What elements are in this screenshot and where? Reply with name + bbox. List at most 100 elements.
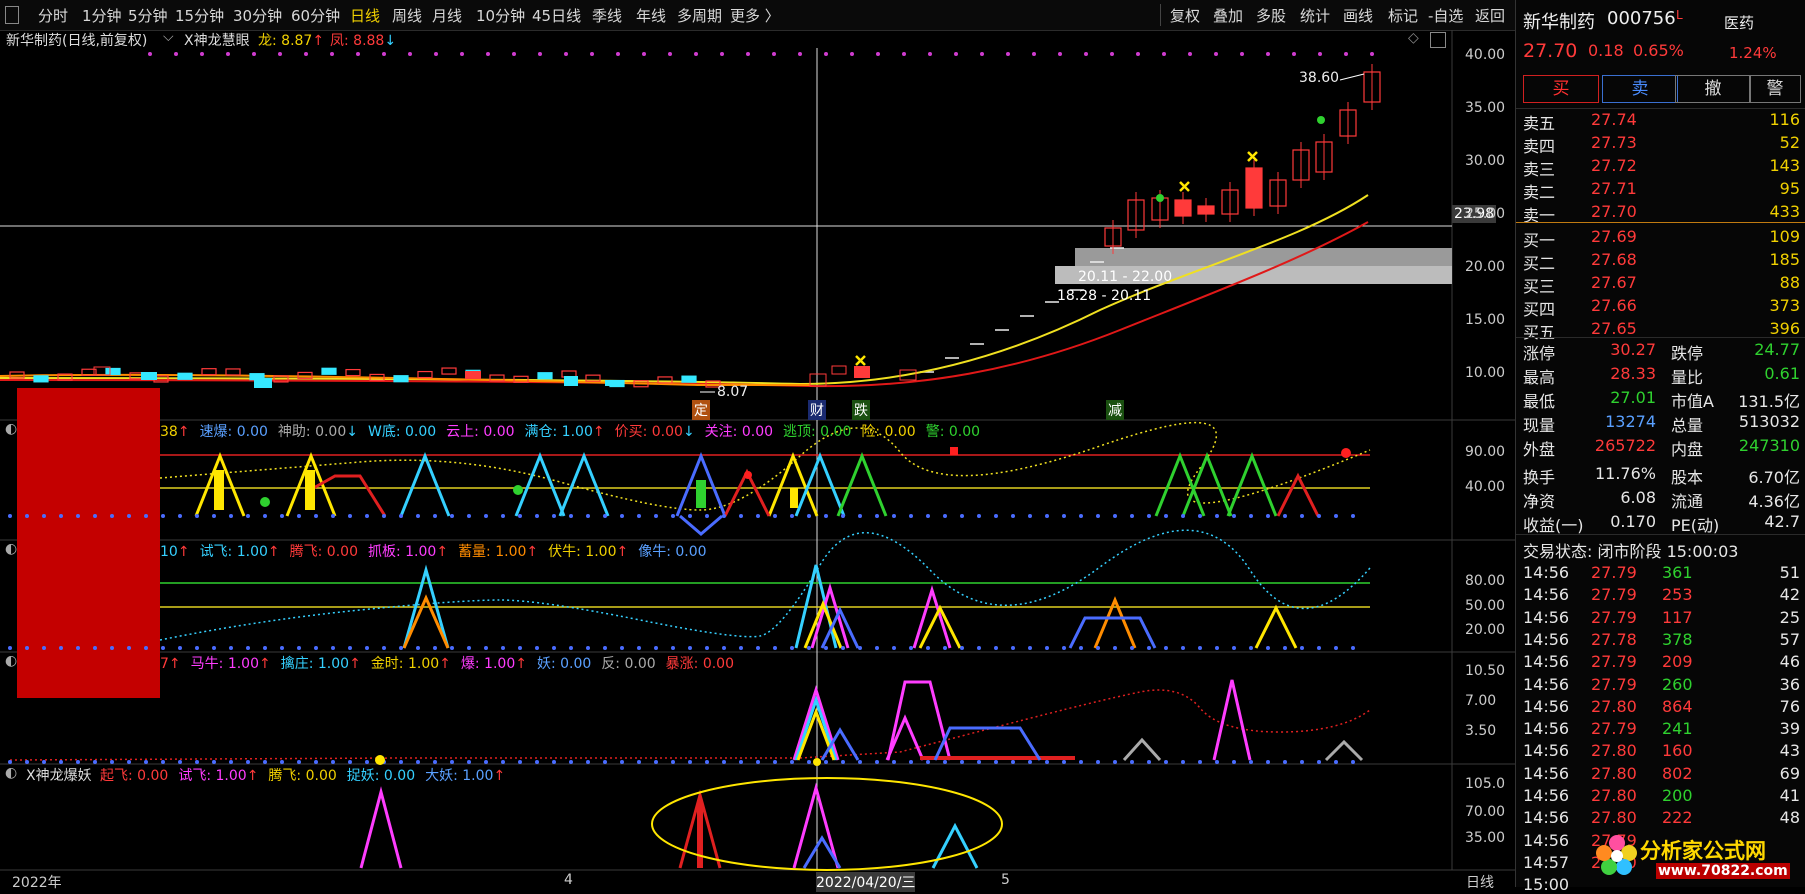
tick-count: 25 [1779,607,1800,627]
orderbook-volume: 116 [1769,110,1800,129]
orderbook-price[interactable]: 27.65 [1591,319,1637,338]
tick-time: 14:56 [1523,719,1570,739]
stat-label: 最高 [1523,368,1556,387]
orderbook-volume: 373 [1769,296,1800,315]
current-price: 27.70 [1523,40,1578,62]
tick-volume: 378 [1662,629,1693,649]
orderbook-label: 买三 [1523,277,1556,296]
tick-price: 27.78 [1591,629,1637,649]
trade-status: 交易状态: 闭市阶段 15:00:03 [1523,542,1739,561]
tick-volume: 117 [1662,607,1693,627]
orderbook-price[interactable]: 27.70 [1591,202,1637,221]
panel1-item: 速爆: 0.00 [199,424,268,440]
buy-button[interactable]: 买 [1523,75,1599,103]
orderbook-volume: 143 [1769,156,1800,175]
low-price-label: 8.07 [717,384,749,400]
stat-label: 外盘 [1523,440,1556,459]
tick-time: 14:56 [1523,585,1570,605]
panel1-toggle-icon[interactable]: ◐ [5,421,17,437]
tick-price: 27.80 [1591,741,1637,761]
tick-time: 14:56 [1523,763,1570,783]
stat-value: 0.61 [1764,364,1800,383]
high-price-label: 38.60 [1299,70,1340,86]
orderbook-price[interactable]: 27.71 [1591,179,1637,198]
chart-canvas[interactable] [0,0,1515,887]
panel4-name[interactable]: X神龙爆妖 [26,765,92,785]
panel1-item: 38↑ [160,424,190,440]
orderbook-price[interactable]: 27.74 [1591,110,1637,129]
panel3-axis-label: 10.50 [1465,663,1506,679]
stat-label: 收益(一) [1523,516,1584,535]
orderbook-label: 买一 [1523,231,1556,250]
tick-count: 39 [1779,719,1800,739]
orderbook-volume: 95 [1779,179,1800,198]
sector-name[interactable]: 医药 [1724,12,1754,33]
tick-time: 14:56 [1523,786,1570,805]
tick-price: 27.79 [1591,607,1637,627]
panel3-values: 7↑ 马牛: 1.00↑ 擒庄: 1.00↑ 金时: 1.00↑ 爆: 1.00↑ 妖: … [160,653,744,673]
tick-time: 14:56 [1523,674,1570,694]
price-axis-label: 25.00 [1465,206,1506,222]
price-axis-label: 10.00 [1465,365,1506,381]
panel3-item: 擒庄: 1.00↑ [280,656,361,672]
panel1-item: 逃顶: 0.00 [783,424,852,440]
orderbook-volume: 185 [1769,250,1800,269]
tick-time: 14:56 [1523,629,1570,649]
tick-count: 41 [1779,786,1800,805]
marker-cai: 财 [808,400,826,420]
tick-time: 14:56 [1523,696,1570,716]
orderbook-price[interactable]: 27.67 [1591,273,1637,292]
orderbook-volume: 433 [1769,202,1800,221]
tick-volume: 802 [1662,763,1693,783]
orderbook-label: 卖二 [1523,183,1556,202]
price-axis-label: 35.00 [1465,100,1506,116]
marker-die: 跌 [852,400,870,420]
xaxis-month-4: 4 [564,872,573,888]
cancel-order-button[interactable]: 撤 [1675,75,1751,103]
orderbook-price[interactable]: 27.72 [1591,156,1637,175]
price-axis-label: 30.00 [1465,153,1506,169]
panel2-item: 抓板: 1.00↑ [367,544,449,560]
stat-label: 现量 [1523,416,1556,435]
panel4-axis-label: 105.0 [1465,776,1506,792]
tick-volume: 209 [1662,652,1693,672]
stat-value: 265722 [1594,436,1656,455]
orderbook-label: 买二 [1523,254,1556,273]
stat-label: 净资 [1523,492,1556,511]
orderbook-price[interactable]: 27.68 [1591,250,1637,269]
orderbook-price[interactable]: 27.69 [1591,227,1637,246]
stat-value: 4.36亿 [1748,492,1800,511]
sell-button[interactable]: 卖 [1602,75,1678,103]
panel4-toggle-icon[interactable]: ◐ [5,765,17,781]
orderbook-price[interactable]: 27.66 [1591,296,1637,315]
orderbook-label: 卖四 [1523,137,1556,156]
stat-label: 内盘 [1671,440,1704,459]
panel3-item: 暴涨: 0.00 [665,656,734,672]
price-axis-label: 40.00 [1465,47,1506,63]
panel4-item: 捉妖: 0.00 [346,768,416,784]
alert-button[interactable]: 警 [1749,75,1801,103]
tick-count: 76 [1779,696,1800,716]
orderbook-price[interactable]: 27.73 [1591,133,1637,152]
panel3-item: 妖: 0.00 [536,656,592,672]
tick-volume: 864 [1662,696,1693,716]
stat-label: PE(动) [1671,516,1720,535]
panel2-item: 腾飞: 0.00 [289,544,358,560]
stat-value: 131.5亿 [1738,392,1800,411]
marker-jian: 减 [1106,400,1124,420]
panel4-item: 起飞: 0.00 [100,768,169,784]
panel3-item: 爆: 1.00↑ [460,656,527,672]
tick-volume: 241 [1662,719,1693,739]
stat-value: 24.77 [1754,340,1800,359]
tick-volume: 200 [1662,786,1693,805]
panel2-item: 伏牛: 1.00↑ [548,544,629,560]
panel3-item: 反: 0.00 [601,656,656,672]
tick-volume: 160 [1662,741,1693,761]
stock-name: 新华制药 [1523,12,1595,33]
bid-ask-divider [1516,222,1805,223]
tick-time: 14:56 [1523,652,1570,672]
panel3-axis-label: 3.50 [1465,723,1497,739]
panel3-toggle-icon[interactable]: ◐ [5,653,17,669]
panel2-toggle-icon[interactable]: ◐ [5,541,17,557]
panel1-item: W底: 0.00 [367,424,437,440]
